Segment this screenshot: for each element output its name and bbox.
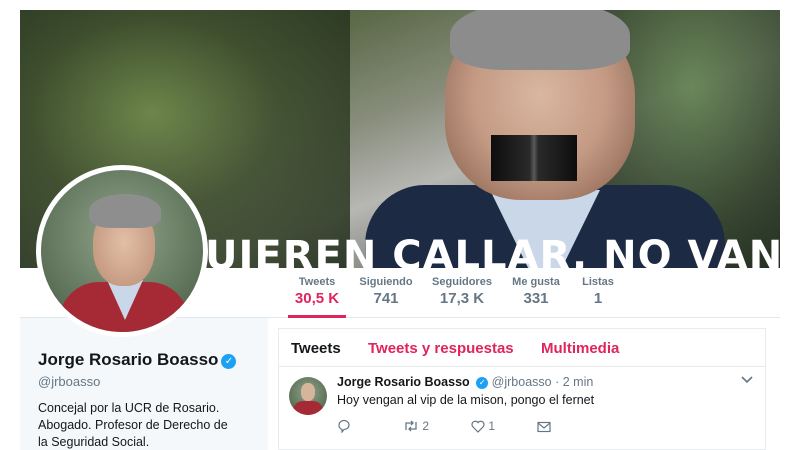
nav-likes[interactable]: Me gusta 331 xyxy=(508,276,564,307)
nav-followers[interactable]: Seguidores 17,3 K xyxy=(430,276,494,307)
nav-tweets[interactable]: Tweets 30,5 K xyxy=(288,276,346,318)
nav-value: 741 xyxy=(373,290,399,307)
nav-value: 30,5 K xyxy=(294,290,340,307)
tweet[interactable]: Jorge Rosario Boasso ✓ @jrboasso · 2 min… xyxy=(279,367,765,450)
tweet-actions: 2 1 xyxy=(337,419,757,437)
nav-label: Tweets xyxy=(298,276,336,288)
reply-icon xyxy=(338,419,350,434)
nav-value: 1 xyxy=(593,290,603,307)
tab-tweets[interactable]: Tweets xyxy=(291,340,341,357)
nav-label: Seguidores xyxy=(432,276,492,288)
like-count: 1 xyxy=(488,419,496,433)
nav-value: 331 xyxy=(523,290,549,307)
message-button[interactable] xyxy=(537,419,551,433)
retweet-icon xyxy=(405,420,417,432)
tweet-author-name[interactable]: Jorge Rosario Boasso xyxy=(337,375,470,389)
profile-name[interactable]: Jorge Rosario Boasso ✓ xyxy=(38,350,237,370)
tab-media[interactable]: Multimedia xyxy=(541,340,619,357)
nav-label: Listas xyxy=(582,276,614,288)
nav-label: Me gusta xyxy=(512,276,560,288)
profile-page: UIEREN CALLAR, NO VAN Tweets 30,5 K Sigu… xyxy=(0,0,800,450)
timeline-tabs: Tweets Tweets y respuestas Multimedia xyxy=(279,329,765,367)
like-button[interactable]: 1 xyxy=(471,419,495,433)
reply-button[interactable] xyxy=(337,419,351,434)
tweet-header: Jorge Rosario Boasso ✓ @jrboasso · 2 min xyxy=(337,375,593,389)
verified-badge-icon: ✓ xyxy=(476,377,489,389)
nav-following[interactable]: Siguiendo 741 xyxy=(356,276,416,307)
profile-name-text: Jorge Rosario Boasso xyxy=(38,350,219,369)
tweet-author-handle[interactable]: @jrboasso xyxy=(492,375,552,389)
tweet-text: Hoy vengan al vip de la mison, pongo el … xyxy=(337,393,595,407)
nav-value: 17,3 K xyxy=(439,290,485,307)
profile-bio: Concejal por la UCR de Rosario. Abogado.… xyxy=(38,401,228,449)
retweet-count: 2 xyxy=(422,419,430,433)
tab-tweets-replies[interactable]: Tweets y respuestas xyxy=(368,340,514,357)
avatar[interactable] xyxy=(36,165,208,337)
nav-label: Siguiendo xyxy=(359,276,413,288)
chevron-down-icon[interactable] xyxy=(741,373,753,387)
retweet-button[interactable]: 2 xyxy=(403,419,429,433)
profile-handle: @jrboasso xyxy=(38,374,101,389)
timeline: Tweets Tweets y respuestas Multimedia Jo… xyxy=(278,328,766,450)
tweet-separator: · xyxy=(555,375,560,389)
verified-badge-icon: ✓ xyxy=(221,354,237,369)
heart-icon xyxy=(471,420,485,433)
envelope-icon xyxy=(537,421,551,433)
nav-lists[interactable]: Listas 1 xyxy=(580,276,616,307)
tweet-time[interactable]: 2 min xyxy=(563,375,594,389)
tweet-avatar[interactable] xyxy=(289,377,327,415)
